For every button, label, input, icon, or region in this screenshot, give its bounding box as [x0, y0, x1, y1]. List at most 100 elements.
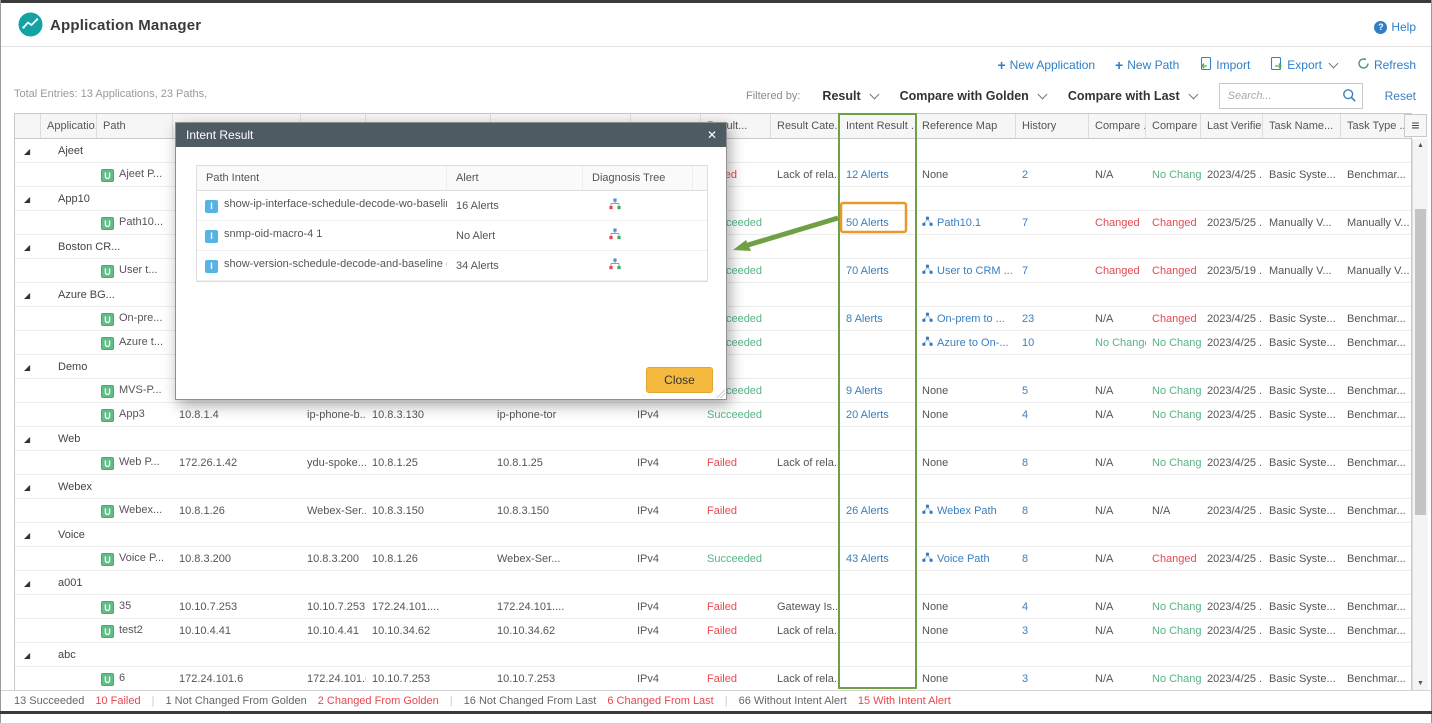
diagnosis-tree-icon[interactable] — [609, 198, 621, 213]
intent-col-header-1[interactable]: Alert — [447, 166, 583, 190]
col-header-application[interactable]: Applicatio... — [41, 114, 97, 138]
expand-toggle-icon[interactable]: ◢ — [15, 363, 30, 372]
expand-toggle-icon[interactable]: ◢ — [15, 243, 30, 252]
col-header-history[interactable]: History — [1016, 114, 1089, 138]
application-group-row[interactable]: ◢ Voice — [15, 523, 1411, 547]
col-header-reference-map[interactable]: Reference Map — [916, 114, 1016, 138]
col-header-result-category[interactable]: Result Cate... — [771, 114, 840, 138]
reference-map-link[interactable]: Webex Path — [916, 504, 1016, 518]
reset-button[interactable]: Reset — [1385, 89, 1416, 103]
dialog-resize-handle[interactable] — [716, 389, 725, 398]
expand-toggle-icon[interactable]: ◢ — [15, 291, 30, 300]
intent-alerts-link[interactable]: 26 Alerts — [840, 505, 916, 517]
path-row[interactable]: U 6 172.24.101.6 172.24.101.6 10.10.7.253 10.… — [15, 667, 1411, 690]
expand-toggle-icon[interactable]: ◢ — [15, 651, 30, 660]
expand-toggle-icon[interactable]: ◢ — [15, 579, 30, 588]
history-link[interactable]: 10 — [1016, 337, 1089, 349]
reference-map-link[interactable]: User to CRM ... — [916, 264, 1016, 278]
intent-col-header-0[interactable]: Path Intent — [197, 166, 447, 190]
application-name-cell: Voice — [41, 529, 173, 541]
filter-result-value: Result — [822, 89, 861, 103]
refresh-button[interactable]: Refresh — [1357, 57, 1416, 73]
export-button[interactable]: Export — [1270, 56, 1339, 73]
application-group-row[interactable]: ◢ Webex — [15, 475, 1411, 499]
intent-alerts-link[interactable]: 70 Alerts — [840, 265, 916, 277]
history-link[interactable]: 5 — [1016, 385, 1089, 397]
intent-alerts-link[interactable]: 9 Alerts — [840, 385, 916, 397]
filter-dropdown-compare-last[interactable]: Compare with Last — [1068, 89, 1199, 103]
col-header-intent-result[interactable]: Intent Result ... — [840, 114, 916, 138]
history-link[interactable]: 8 — [1016, 457, 1089, 469]
intent-alerts-link[interactable]: 20 Alerts — [840, 409, 916, 421]
help-link[interactable]: ? Help — [1374, 20, 1416, 34]
intent-alerts-link-highlighted[interactable]: 50 Alerts — [840, 217, 916, 229]
history-link[interactable]: 2 — [1016, 169, 1089, 181]
import-button[interactable]: Import — [1199, 56, 1250, 73]
col-header-task-name[interactable]: Task Name... — [1263, 114, 1341, 138]
path-row[interactable]: U 35 10.10.7.253 10.10.7.253 172.24.101.... 1… — [15, 595, 1411, 619]
reference-map-link[interactable]: On-prem to ... — [916, 312, 1016, 326]
reference-map-link[interactable]: Path10.1 — [916, 216, 1016, 230]
col-header-compare-last[interactable]: Compare ... — [1146, 114, 1201, 138]
history-link[interactable]: 3 — [1016, 673, 1089, 685]
expand-toggle-icon[interactable]: ◢ — [15, 147, 30, 156]
col-header-compare-golden[interactable]: Compare ... — [1089, 114, 1146, 138]
cell-task-type: Benchmar... — [1347, 384, 1406, 397]
path-badge-icon: U — [101, 216, 114, 230]
reference-map-link[interactable]: Voice Path — [916, 552, 1016, 566]
history-link[interactable]: 23 — [1016, 313, 1089, 325]
new-application-button[interactable]: + New Application — [997, 58, 1095, 72]
intent-col-header-2[interactable]: Diagnosis Tree — [583, 166, 693, 190]
application-group-row[interactable]: ◢ abc — [15, 643, 1411, 667]
history-link[interactable]: 4 — [1016, 601, 1089, 613]
scrollbar-thumb[interactable] — [1415, 209, 1426, 515]
col-header-expand[interactable] — [15, 114, 41, 138]
cell-task-name: Basic Syste... — [1269, 336, 1336, 349]
expand-toggle-icon[interactable]: ◢ — [15, 483, 30, 492]
application-group-row[interactable]: ◢ Web — [15, 427, 1411, 451]
col-header-task-type[interactable]: Task Type ... — [1341, 114, 1411, 138]
expand-toggle-icon[interactable]: ◢ — [15, 435, 30, 444]
close-button[interactable]: Close — [646, 367, 713, 393]
col-header-last-verified[interactable]: Last Verifie... — [1201, 114, 1263, 138]
intent-alerts-link[interactable]: 43 Alerts — [840, 553, 916, 565]
cell-src-ip: 10.8.3.200 — [179, 552, 231, 565]
chevron-down-icon — [1328, 58, 1339, 69]
expand-toggle-icon[interactable]: ◢ — [15, 531, 30, 540]
expand-toggle-icon[interactable]: ◢ — [15, 195, 30, 204]
history-link[interactable]: 7 — [1016, 265, 1089, 277]
new-path-button[interactable]: + New Path — [1115, 58, 1179, 72]
cell-dst-ip: 10.10.7.253 — [372, 672, 431, 685]
search-input[interactable] — [1225, 85, 1338, 107]
history-link[interactable]: 7 — [1016, 217, 1089, 229]
intent-alerts-link[interactable]: 8 Alerts — [840, 313, 916, 325]
history-link[interactable]: 3 — [1016, 625, 1089, 637]
diagnosis-tree-icon[interactable] — [609, 258, 621, 273]
history-link[interactable]: 4 — [1016, 409, 1089, 421]
cell-task-name: Basic Syste... — [1269, 456, 1336, 469]
scroll-down-icon[interactable]: ▼ — [1413, 680, 1428, 687]
vertical-scrollbar[interactable]: ▲ ▼ — [1412, 139, 1428, 690]
diagnosis-tree-icon[interactable] — [609, 228, 621, 243]
cell-src-ip: 172.26.1.42 — [179, 456, 238, 469]
path-name-cell: U6 — [97, 672, 173, 686]
path-row[interactable]: U Webex... 10.8.1.26 Webex-Ser... 10.8.3.150… — [15, 499, 1411, 523]
dialog-title-bar[interactable]: Intent Result ✕ — [176, 123, 726, 147]
application-group-row[interactable]: ◢ a001 — [15, 571, 1411, 595]
reference-map-link[interactable]: Azure to On-... — [916, 336, 1016, 350]
path-row[interactable]: U Voice P... 10.8.3.200 10.8.3.200 10.8.1.26… — [15, 547, 1411, 571]
application-name: Boston CR... — [58, 240, 121, 253]
path-row[interactable]: Utest2 10.10.4.41 10.10.4.41 10.10.34.62 10.… — [15, 619, 1411, 643]
filter-dropdown-compare-golden[interactable]: Compare with Golden — [900, 89, 1048, 103]
history-link[interactable]: 8 — [1016, 505, 1089, 517]
intent-alerts-link[interactable]: 12 Alerts — [840, 169, 916, 181]
history-link[interactable]: 8 — [1016, 553, 1089, 565]
path-row[interactable]: U Web P... 172.26.1.42 ydu-spoke... 10.8.1.2… — [15, 451, 1411, 475]
column-menu-button[interactable]: ≡ — [1404, 114, 1427, 137]
scroll-up-icon[interactable]: ▲ — [1413, 142, 1428, 149]
close-icon[interactable]: ✕ — [707, 127, 717, 143]
filter-dropdown-result[interactable]: Result — [822, 89, 880, 103]
col-header-path[interactable]: Path — [97, 114, 173, 138]
search-icon[interactable] — [1342, 88, 1357, 108]
path-row[interactable]: U App3 10.8.1.4 ip-phone-b... 10.8.3.130 ip-p… — [15, 403, 1411, 427]
